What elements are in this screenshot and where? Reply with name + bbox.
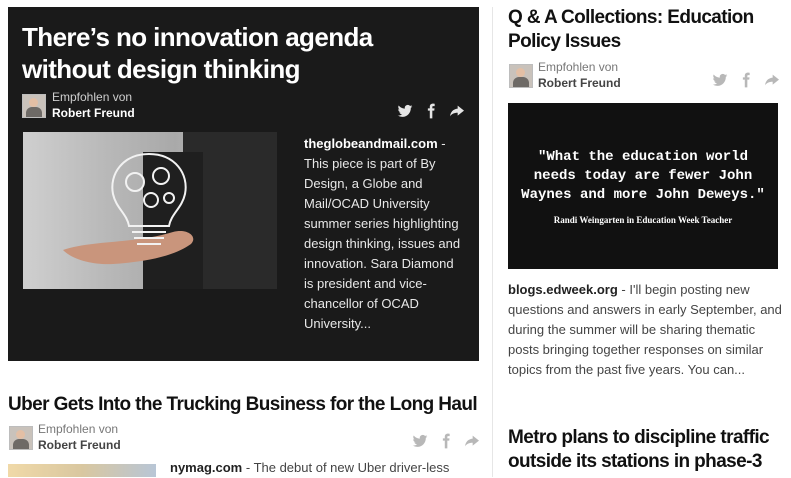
card-excerpt: blogs.edweek.org - I'll begin posting ne…	[508, 280, 782, 380]
facebook-icon[interactable]	[438, 433, 454, 449]
article-image[interactable]	[8, 464, 156, 477]
share-arrow-icon[interactable]	[764, 72, 780, 88]
recommended-label: Empfohlen von	[538, 60, 619, 74]
excerpt-text: - The debut of new Uber driver-less	[242, 460, 450, 475]
recommended-label: Empfohlen von	[38, 422, 119, 436]
twitter-icon[interactable]	[712, 72, 728, 88]
card-title[interactable]: Metro plans to discipline traffic outsid…	[508, 426, 783, 474]
excerpt-text: - This piece is part of By Design, a Glo…	[304, 136, 461, 331]
card-excerpt: theglobeandmail.com - This piece is part…	[304, 134, 464, 334]
quote-text: "What the education world needs today ar…	[521, 148, 765, 203]
share-arrow-icon[interactable]	[449, 103, 465, 119]
share-icons	[712, 72, 780, 88]
twitter-icon[interactable]	[412, 433, 428, 449]
source-link[interactable]: theglobeandmail.com	[304, 136, 438, 151]
column-divider	[492, 7, 493, 477]
card-title[interactable]: There’s no innovation agenda without des…	[22, 21, 452, 85]
featured-card[interactable]: There’s no innovation agenda without des…	[8, 7, 479, 361]
recommended-label: Empfohlen von	[52, 90, 133, 104]
card-excerpt: nymag.com - The debut of new Uber driver…	[170, 458, 490, 478]
share-icons	[412, 433, 480, 449]
twitter-icon[interactable]	[397, 103, 413, 119]
curator-avatar[interactable]	[9, 426, 33, 450]
curator-avatar[interactable]	[509, 64, 533, 88]
quote-image[interactable]: "What the education world needs today ar…	[508, 103, 778, 269]
share-icons	[397, 103, 465, 119]
facebook-icon[interactable]	[738, 72, 754, 88]
quote-attribution: Randi Weingarten in Education Week Teach…	[553, 214, 733, 225]
card-title[interactable]: Q & A Collections: Education Policy Issu…	[508, 6, 783, 54]
curator-name[interactable]: Robert Freund	[38, 438, 121, 452]
curator-avatar[interactable]	[22, 94, 46, 118]
article-image[interactable]	[23, 132, 277, 289]
curator-name[interactable]: Robert Freund	[538, 76, 621, 90]
share-arrow-icon[interactable]	[464, 433, 480, 449]
facebook-icon[interactable]	[423, 103, 439, 119]
source-link[interactable]: nymag.com	[170, 460, 242, 475]
card-title[interactable]: Uber Gets Into the Trucking Business for…	[8, 393, 488, 417]
curator-name[interactable]: Robert Freund	[52, 106, 135, 120]
source-link[interactable]: blogs.edweek.org	[508, 282, 618, 297]
